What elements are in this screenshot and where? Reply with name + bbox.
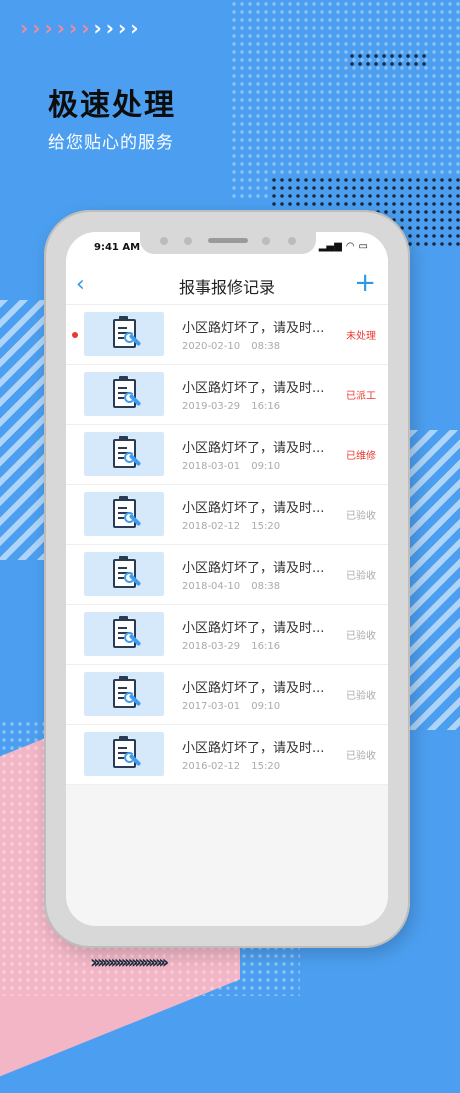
signal-icon: ▂▄▆ [318,241,342,252]
record-datetime: 2018-02-12 15:20 [182,521,281,532]
record-thumbnail [84,612,164,656]
record-thumbnail [84,372,164,416]
speaker-icon [208,238,248,243]
record-thumbnail [84,732,164,776]
record-title: 小区路灯坏了，请及时... [182,501,325,516]
record-datetime: 2020-02-10 08:38 [182,341,281,352]
add-icon[interactable]: + [354,268,376,298]
list-item[interactable]: 小区路灯坏了，请及时... 2018-03-01 09:10 已维修 [66,425,388,485]
chevron-pattern-top: › › › › › › › › › › [20,16,139,40]
battery-icon: ▭ [358,241,368,252]
dot-pattern-dark-top [348,52,428,66]
record-title: 小区路灯坏了，请及时... [182,621,325,636]
camera-icon [288,237,296,245]
status-badge: 已验收 [346,631,376,642]
record-datetime: 2018-03-01 09:10 [182,461,281,472]
unread-dot [72,332,78,338]
promo-subheadline: 给您贴心的服务 [48,133,174,153]
status-time: 9:41 AM [94,242,141,253]
status-badge: 已派工 [346,391,376,402]
phone-screen: 9:41 AM ▂▄▆ ◠ ▭ ‹ 报事报修记录 + 小区路灯坏了，请及时...… [66,232,388,926]
status-badge: 已验收 [346,511,376,522]
camera-icon [262,237,270,245]
list-item[interactable]: 小区路灯坏了，请及时... 2020-02-10 08:38 未处理 [66,305,388,365]
record-title: 小区路灯坏了，请及时... [182,681,325,696]
phone-notch [140,232,316,254]
wifi-icon: ◠ [345,241,355,252]
list-item[interactable]: 小区路灯坏了，请及时... 2017-03-01 09:10 已验收 [66,665,388,725]
list-item[interactable]: 小区路灯坏了，请及时... 2016-02-12 15:20 已验收 [66,725,388,785]
record-title: 小区路灯坏了，请及时... [182,321,325,336]
page-title: 报事报修记录 [178,278,275,297]
list-item[interactable]: 小区路灯坏了，请及时... 2018-03-29 16:16 已验收 [66,605,388,665]
nav-bar: ‹ 报事报修记录 + [66,266,388,305]
status-badge: 未处理 [346,331,376,342]
chevron-pattern-bottom: ›››››››››››››››››››››› [90,952,169,973]
record-thumbnail [84,552,164,596]
status-badge: 已验收 [346,571,376,582]
list-item[interactable]: 小区路灯坏了，请及时... 2019-03-29 16:16 已派工 [66,365,388,425]
record-thumbnail [84,432,164,476]
list-item[interactable]: 小区路灯坏了，请及时... 2018-04-10 08:38 已验收 [66,545,388,605]
promo-headline: 极速处理 [48,88,176,123]
record-datetime: 2018-04-10 08:38 [182,581,281,592]
record-datetime: 2019-03-29 16:16 [182,401,281,412]
record-thumbnail [84,312,164,356]
status-badge: 已验收 [346,751,376,762]
list-item[interactable]: 小区路灯坏了，请及时... 2018-02-12 15:20 已验收 [66,485,388,545]
camera-icon [160,237,168,245]
record-title: 小区路灯坏了，请及时... [182,381,325,396]
zigzag-pattern-right [410,430,460,730]
record-thumbnail [84,672,164,716]
status-badge: 已维修 [346,451,376,462]
record-datetime: 2017-03-01 09:10 [182,701,281,712]
record-list: 小区路灯坏了，请及时... 2020-02-10 08:38 未处理 小区路灯坏… [66,305,388,785]
status-badge: 已验收 [346,691,376,702]
record-title: 小区路灯坏了，请及时... [182,561,325,576]
record-title: 小区路灯坏了，请及时... [182,441,325,456]
status-bar: 9:41 AM ▂▄▆ ◠ ▭ [66,232,388,266]
record-datetime: 2018-03-29 16:16 [182,641,281,652]
dot-pattern-top [230,0,460,200]
sensor-icon [184,237,192,245]
record-title: 小区路灯坏了，请及时... [182,741,325,756]
status-icons: ▂▄▆ ◠ ▭ [319,241,368,252]
record-thumbnail [84,492,164,536]
record-datetime: 2016-02-12 15:20 [182,761,281,772]
